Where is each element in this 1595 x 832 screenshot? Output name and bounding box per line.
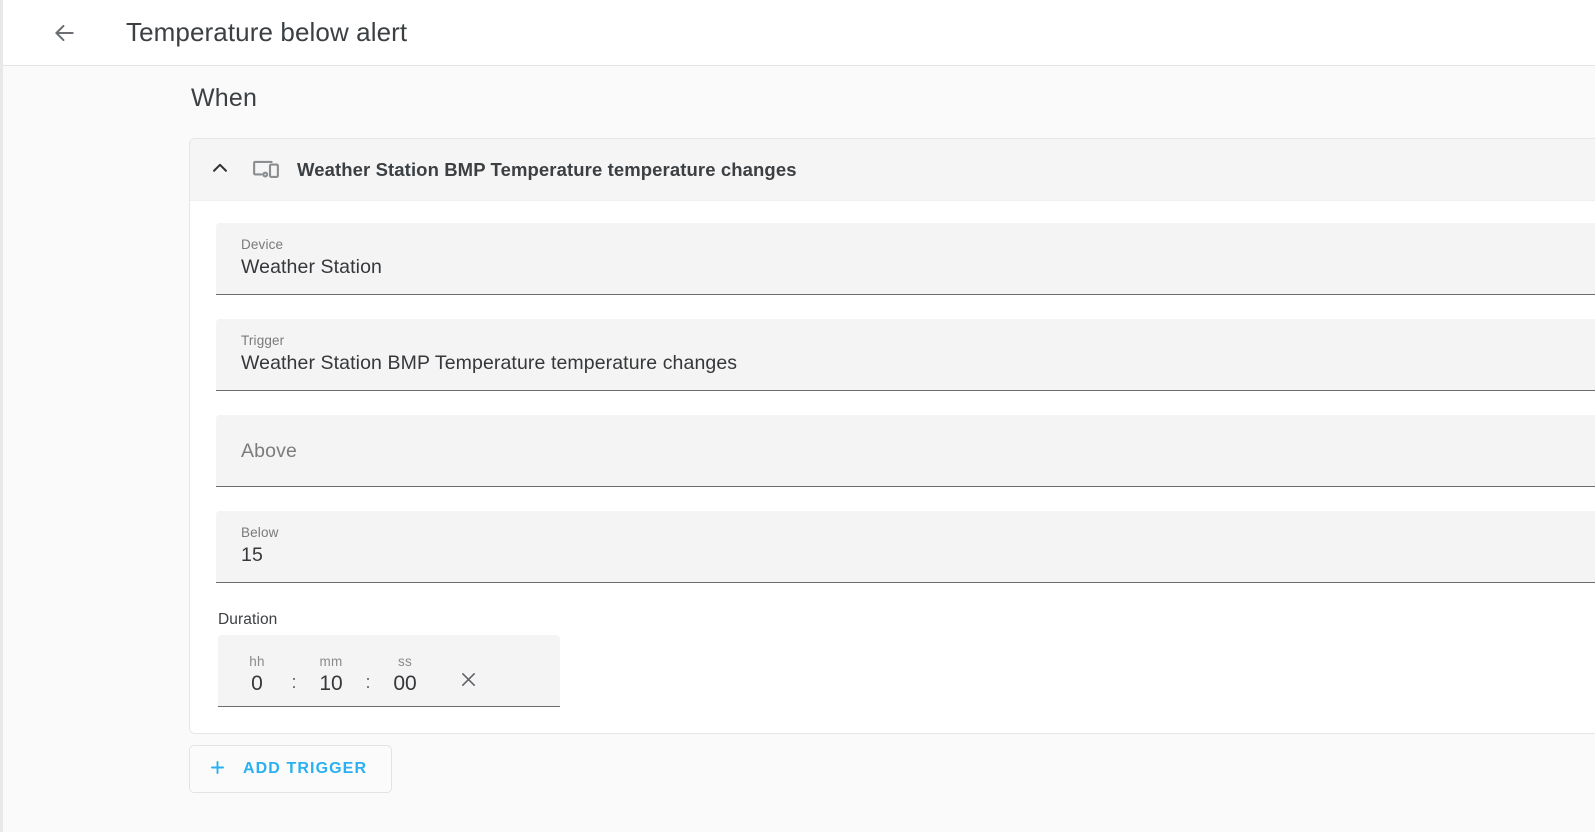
duration-minutes-value: 10 bbox=[319, 672, 343, 695]
device-field-label: Device bbox=[241, 237, 284, 252]
duration-seconds-value: 00 bbox=[393, 672, 417, 695]
duration-time-picker[interactable]: hh 0 : mm 10 : ss 00 bbox=[218, 635, 560, 707]
content-area: When Weather Station BMP Temperature tem… bbox=[3, 66, 1595, 832]
duration-hours-label: hh bbox=[249, 654, 265, 669]
duration-separator-2: : bbox=[365, 672, 371, 692]
arrow-back-icon bbox=[51, 20, 77, 46]
below-field[interactable]: Below 15 bbox=[216, 511, 1595, 583]
plus-icon bbox=[208, 758, 227, 780]
chevron-up-icon bbox=[209, 157, 231, 182]
duration-separator-1: : bbox=[291, 672, 297, 692]
trigger-field[interactable]: Trigger Weather Station BMP Temperature … bbox=[216, 319, 1595, 391]
app-root: Temperature below alert When Weather Sta… bbox=[0, 0, 1595, 832]
section-title-when: When bbox=[191, 84, 258, 112]
trigger-card-title: Weather Station BMP Temperature temperat… bbox=[297, 158, 797, 180]
trigger-field-label: Trigger bbox=[241, 333, 285, 348]
trigger-card: Weather Station BMP Temperature temperat… bbox=[189, 138, 1595, 734]
duration-clear-button[interactable] bbox=[446, 659, 490, 703]
above-field[interactable]: Above bbox=[216, 415, 1595, 487]
duration-label: Duration bbox=[218, 611, 278, 628]
trigger-card-header[interactable]: Weather Station BMP Temperature temperat… bbox=[190, 139, 1595, 201]
device-field[interactable]: Device Weather Station bbox=[216, 223, 1595, 295]
above-field-label: Above bbox=[241, 439, 298, 462]
back-button[interactable] bbox=[40, 9, 88, 57]
trigger-card-body: Device Weather Station Trigger Weather S… bbox=[190, 201, 1595, 733]
devices-other-icon bbox=[249, 153, 283, 187]
below-field-label: Below bbox=[241, 525, 279, 540]
close-icon bbox=[458, 669, 479, 693]
page-title: Temperature below alert bbox=[126, 17, 408, 47]
device-field-value: Weather Station bbox=[241, 256, 382, 278]
below-field-value: 15 bbox=[241, 544, 263, 566]
duration-minutes-input[interactable]: mm 10 bbox=[304, 653, 358, 697]
top-toolbar: Temperature below alert bbox=[3, 0, 1595, 66]
trigger-field-value: Weather Station BMP Temperature temperat… bbox=[241, 352, 738, 374]
duration-hours-value: 0 bbox=[251, 672, 263, 695]
duration-block: Duration hh 0 : mm 10 : ss 00 bbox=[218, 611, 560, 707]
duration-seconds-label: ss bbox=[398, 654, 412, 669]
collapse-trigger-button[interactable] bbox=[200, 150, 240, 190]
duration-minutes-label: mm bbox=[319, 654, 343, 669]
add-trigger-button[interactable]: ADD TRIGGER bbox=[189, 745, 393, 793]
add-trigger-label: ADD TRIGGER bbox=[243, 760, 368, 777]
duration-seconds-input[interactable]: ss 00 bbox=[378, 653, 432, 697]
duration-hours-input[interactable]: hh 0 bbox=[230, 653, 284, 697]
